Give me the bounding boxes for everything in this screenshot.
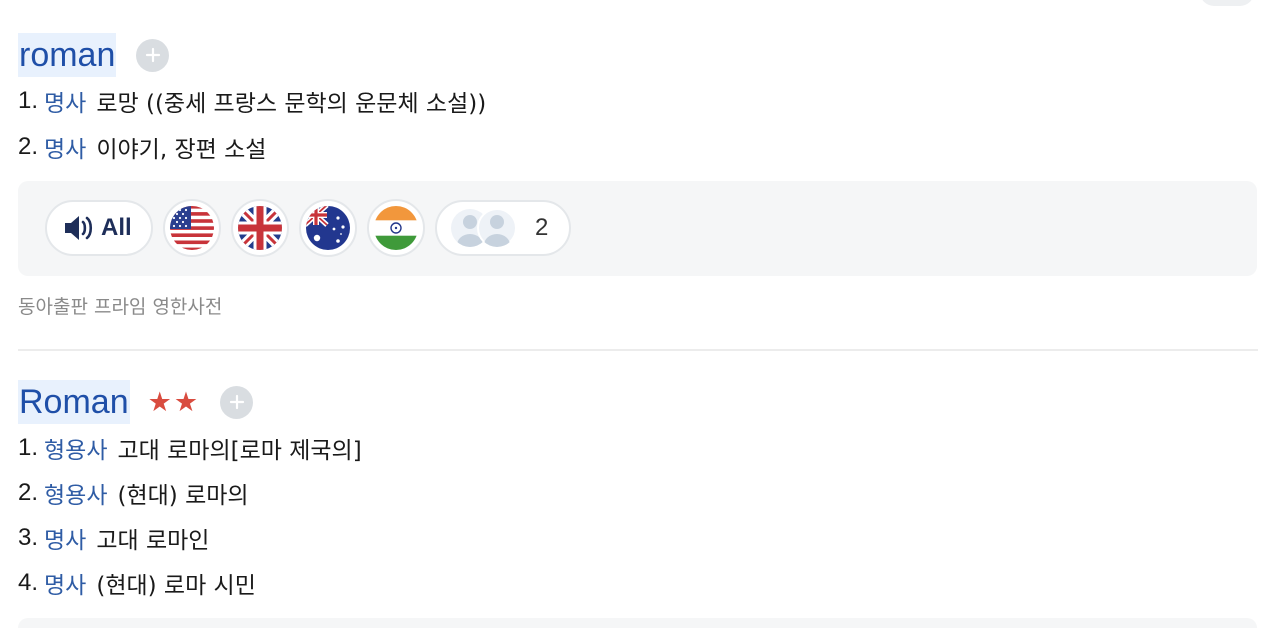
entry-divider	[18, 349, 1258, 351]
user-pronunciation-count: 2	[535, 214, 549, 241]
part-of-speech: 명사	[44, 572, 87, 599]
sense-item: 2. 명사 이야기, 장편 소설	[18, 124, 1258, 170]
pronunciation-panel: All 2	[18, 181, 1257, 276]
sense-number: 1.	[18, 87, 39, 114]
sense-meaning: 이야기, 장편 소설	[96, 137, 267, 163]
sense-number: 4.	[18, 568, 39, 596]
top-scroll-edge	[1200, 0, 1254, 6]
india-flag-icon	[374, 206, 418, 250]
sense-item: 2. 형용사 (현대) 로마의	[18, 470, 1258, 515]
uk-pronunciation-button[interactable]	[231, 199, 289, 257]
entry-header: roman	[18, 33, 1258, 77]
sense-number: 1.	[18, 433, 39, 461]
us-pronunciation-button[interactable]	[163, 199, 221, 257]
uk-flag-icon	[238, 206, 282, 250]
plus-icon	[145, 47, 160, 63]
australia-pronunciation-button[interactable]	[299, 199, 357, 257]
users-icon	[451, 208, 517, 248]
part-of-speech: 명사	[44, 137, 87, 163]
sense-item: 3. 명사 고대 로마인	[18, 515, 1258, 560]
plus-icon	[229, 394, 244, 410]
play-all-label: All	[101, 214, 132, 241]
add-to-wordbook-button[interactable]	[220, 385, 254, 419]
pronunciation-buttons: All 2	[45, 199, 571, 257]
sense-item: 1. 명사 로망 ((중세 프랑스 문학의 운문체 소설))	[18, 78, 1258, 124]
sense-list: 1. 명사 로망 ((중세 프랑스 문학의 운문체 소설)) 2. 명사 이야기…	[18, 78, 1258, 170]
part-of-speech: 명사	[44, 527, 87, 554]
india-pronunciation-button[interactable]	[367, 199, 425, 257]
sense-number: 2.	[18, 133, 39, 160]
user-pronunciations-button[interactable]: 2	[435, 200, 571, 256]
sense-meaning: 고대 로마의[로마 제국의]	[117, 437, 362, 464]
sense-meaning: (현대) 로마의	[117, 482, 249, 509]
sense-number: 3.	[18, 523, 39, 551]
part-of-speech: 명사	[44, 91, 87, 117]
us-flag-icon	[170, 206, 214, 250]
sense-meaning: 고대 로마인	[96, 527, 210, 554]
sense-number: 2.	[18, 478, 39, 506]
part-of-speech: 형용사	[44, 482, 108, 509]
australia-flag-icon	[306, 206, 350, 250]
sense-item: 1. 형용사 고대 로마의[로마 제국의]	[18, 425, 1258, 470]
sense-meaning: (현대) 로마 시민	[96, 572, 256, 599]
entry-header: Roman ★★	[18, 380, 1258, 424]
headword-link[interactable]: Roman	[18, 380, 130, 424]
speaker-icon	[65, 216, 93, 240]
dictionary-source[interactable]: 동아출판 프라임 영한사전	[18, 292, 1258, 319]
add-to-wordbook-button[interactable]	[136, 38, 170, 72]
sense-list: 1. 형용사 고대 로마의[로마 제국의] 2. 형용사 (현대) 로마의 3.…	[18, 425, 1258, 605]
dictionary-entry: Roman ★★ 1. 형용사 고대 로마의[로마 제국의] 2. 형용사 (현…	[18, 380, 1258, 605]
pronunciation-panel	[18, 618, 1257, 628]
sense-item: 4. 명사 (현대) 로마 시민	[18, 560, 1258, 605]
importance-stars-text: ★★	[147, 386, 201, 418]
part-of-speech: 형용사	[44, 437, 108, 464]
sense-meaning: 로망 ((중세 프랑스 문학의 운문체 소설))	[96, 91, 487, 117]
play-all-button[interactable]: All	[45, 200, 153, 256]
dictionary-page: roman 1. 명사 로망 ((중세 프랑스 문학의 운문체 소설)) 2. …	[0, 0, 1280, 628]
importance-stars: ★★	[148, 389, 200, 416]
dictionary-entry: roman 1. 명사 로망 ((중세 프랑스 문학의 운문체 소설)) 2. …	[18, 33, 1258, 319]
headword-link[interactable]: roman	[18, 33, 117, 77]
